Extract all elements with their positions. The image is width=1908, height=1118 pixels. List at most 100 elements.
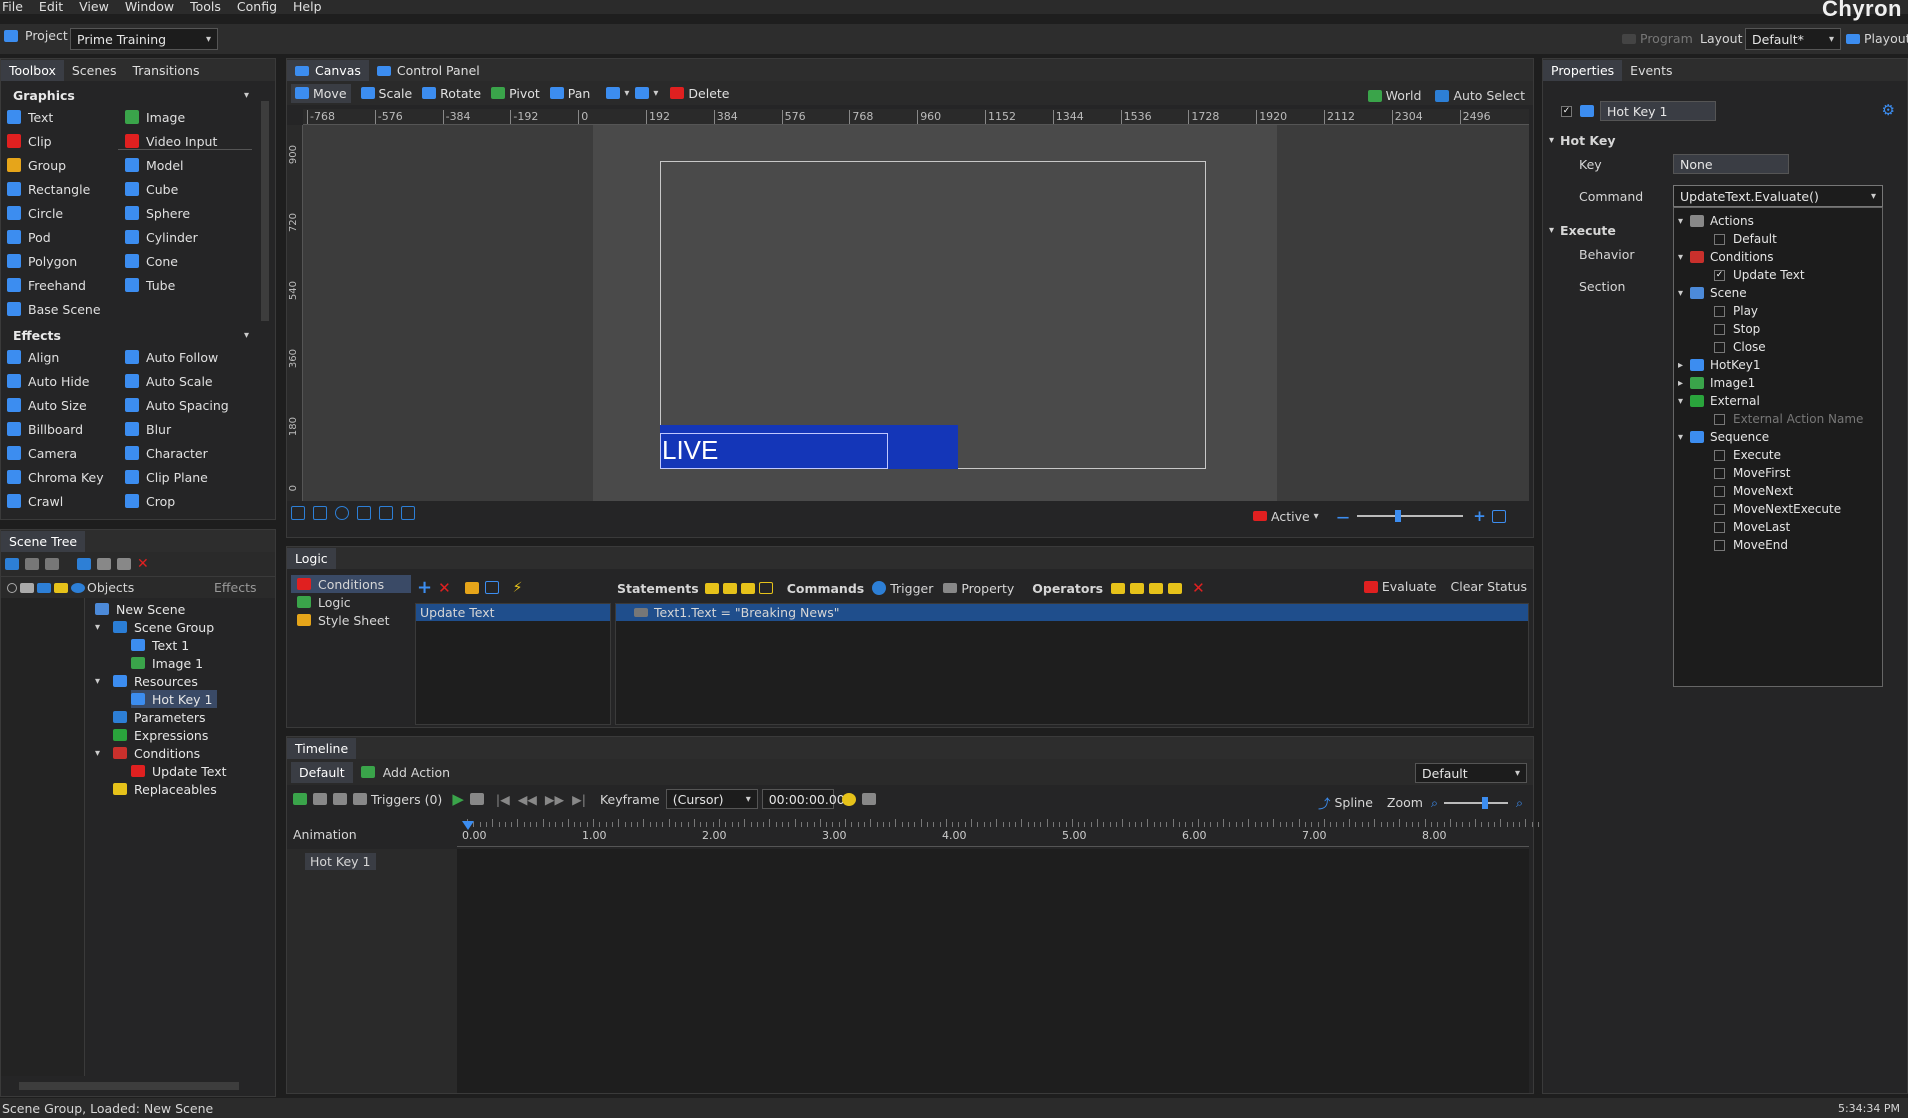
tool-blur[interactable]: Blur <box>125 417 171 441</box>
tool-crop[interactable]: Crop <box>125 489 175 513</box>
property-button[interactable]: Property <box>961 581 1014 596</box>
project-select[interactable]: Prime Training ▾ <box>70 28 218 50</box>
hotkey-section-header[interactable]: Hot Key <box>1560 133 1615 148</box>
key-clear-icon[interactable] <box>333 793 347 805</box>
triggers-button[interactable]: Triggers (0) <box>371 792 442 807</box>
tool-auto-size[interactable]: Auto Size <box>7 393 87 417</box>
effects-column-header[interactable]: Effects <box>214 580 257 595</box>
logic-nav-conditions[interactable]: Conditions <box>291 575 411 593</box>
distribute-icon[interactable] <box>635 87 650 99</box>
live-text[interactable]: LIVE <box>662 435 718 466</box>
tree-item-resources[interactable]: ▾ Resources <box>95 672 202 690</box>
auto-select-button[interactable]: Auto Select <box>1453 88 1525 103</box>
safe-area-icon[interactable] <box>401 506 415 520</box>
tool-model[interactable]: Model <box>125 153 184 177</box>
menu-view[interactable]: View <box>79 0 109 13</box>
stop-icon[interactable] <box>469 793 484 805</box>
tree-item-scene-group[interactable]: ▾ Scene Group <box>95 618 218 636</box>
tool-sphere[interactable]: Sphere <box>125 201 190 225</box>
save-icon[interactable] <box>484 581 499 594</box>
dropdown-item-update-text[interactable]: ✓ Update Text <box>1714 266 1805 284</box>
clear-status-button[interactable]: Clear Status <box>1451 579 1528 594</box>
play-icon[interactable]: ▶ <box>452 790 464 808</box>
tree-item-expressions[interactable]: Expressions <box>113 726 212 744</box>
tool-cube[interactable]: Cube <box>125 177 178 201</box>
greater-than-icon[interactable] <box>1168 582 1183 594</box>
layout-select[interactable]: Default* ▾ <box>1745 28 1841 50</box>
chevron-down-icon[interactable]: ▾ <box>95 748 100 759</box>
dropdown-item-movelast[interactable]: MoveLast <box>1714 518 1790 536</box>
delete-icon[interactable]: ✕ <box>137 556 149 572</box>
tool-clip[interactable]: Clip <box>7 129 52 153</box>
tool-chroma-key[interactable]: Chroma Key <box>7 465 104 489</box>
evaluate-button[interactable]: Evaluate <box>1382 579 1437 594</box>
tree-item-replaceables[interactable]: Replaceables <box>113 780 221 798</box>
objects-column-header[interactable]: Objects <box>87 580 134 595</box>
program-button[interactable]: Program <box>1640 31 1693 46</box>
world-button[interactable]: World <box>1386 88 1422 103</box>
dropdown-group-conditions[interactable]: ▾ Conditions <box>1678 248 1774 266</box>
dropdown-group-external[interactable]: ▾ External <box>1678 392 1760 410</box>
tool-group[interactable]: Group <box>7 153 66 177</box>
timeline-ruler[interactable]: 0.00 1.00 2.00 3.00 4.00 5.00 6.00 7.00 8.00 <box>457 819 1539 847</box>
tab-canvas[interactable]: Canvas <box>287 60 369 81</box>
tree-item-new-scene[interactable]: New Scene <box>95 600 189 618</box>
timeline-tracks[interactable] <box>457 849 1529 1093</box>
key-remove-icon[interactable] <box>313 793 327 805</box>
fit-icon[interactable] <box>1491 509 1506 523</box>
edit-icon[interactable] <box>77 558 91 570</box>
tool-character[interactable]: Character <box>125 441 208 465</box>
key-unlock-icon[interactable] <box>861 793 876 805</box>
dropdown-item-movenextexecute[interactable]: MoveNextExecute <box>1714 500 1841 518</box>
tree-item-conditions[interactable]: ▾ Conditions <box>95 744 204 762</box>
keyframe-select[interactable]: (Cursor) ▾ <box>665 789 758 809</box>
tool-auto-spacing[interactable]: Auto Spacing <box>125 393 229 417</box>
paste-icon[interactable] <box>45 558 59 570</box>
menu-config[interactable]: Config <box>237 0 277 13</box>
zoom-in-icon[interactable]: + <box>1473 507 1486 525</box>
checkbox[interactable]: ✓ <box>1714 269 1725 281</box>
chevron-down-icon[interactable]: ▾ <box>95 622 100 633</box>
key-lock-icon[interactable] <box>841 792 856 806</box>
checkbox[interactable] <box>1714 521 1725 533</box>
chevron-down-icon[interactable]: ▾ <box>95 676 100 687</box>
chevron-right-icon[interactable]: ▸ <box>1678 378 1690 389</box>
align-icon[interactable] <box>606 87 621 99</box>
enabled-checkbox[interactable]: ✓ <box>1561 105 1572 117</box>
checkbox[interactable] <box>1714 323 1725 335</box>
tab-toolbox[interactable]: Toolbox <box>1 60 64 81</box>
tree-item-update-text[interactable]: Update Text <box>131 762 231 780</box>
tab-timeline[interactable]: Timeline <box>287 738 357 759</box>
tool-freehand[interactable]: Freehand <box>7 273 86 297</box>
dropdown-group-image1[interactable]: ▸ Image1 <box>1678 374 1755 392</box>
pan-tool[interactable]: Pan <box>549 86 590 101</box>
graphics-header[interactable]: Graphics ▾ <box>1 85 275 105</box>
checkbox[interactable] <box>1714 449 1725 461</box>
key-add-icon[interactable] <box>293 793 307 805</box>
dropdown-item-execute[interactable]: Execute <box>1714 446 1781 464</box>
tool-auto-hide[interactable]: Auto Hide <box>7 369 90 393</box>
delete-condition-icon[interactable]: ✕ <box>438 579 451 597</box>
settings-gear-icon[interactable]: ⚙ <box>1882 101 1895 119</box>
tool-tube[interactable]: Tube <box>125 273 175 297</box>
dropdown-item-default[interactable]: Default <box>1714 230 1777 248</box>
else-icon[interactable] <box>740 582 755 594</box>
tab-scenes[interactable]: Scenes <box>64 60 125 81</box>
tool-crawl[interactable]: Crawl <box>7 489 63 513</box>
dropdown-item-movefirst[interactable]: MoveFirst <box>1714 464 1790 482</box>
rotate-tool[interactable]: Rotate <box>422 86 481 101</box>
tab-properties[interactable]: Properties <box>1543 60 1623 81</box>
menu-edit[interactable]: Edit <box>39 0 63 13</box>
add-condition-icon[interactable]: + <box>417 577 432 598</box>
checkbox[interactable] <box>1714 233 1725 245</box>
tool-image[interactable]: Image <box>125 105 185 129</box>
layer-icon[interactable] <box>37 582 51 593</box>
checkbox[interactable] <box>1714 305 1725 317</box>
equals-icon[interactable] <box>1111 582 1126 594</box>
trigger-button[interactable]: Trigger <box>890 581 933 596</box>
open-icon[interactable] <box>464 581 479 594</box>
dropdown-item-external-action-name[interactable]: External Action Name <box>1714 410 1863 428</box>
tree-item-text-1[interactable]: Text 1 <box>131 636 193 654</box>
timeline-zoom-out-icon[interactable]: ⌕ <box>1431 795 1438 811</box>
go-start-icon[interactable]: |◀ <box>496 792 510 807</box>
